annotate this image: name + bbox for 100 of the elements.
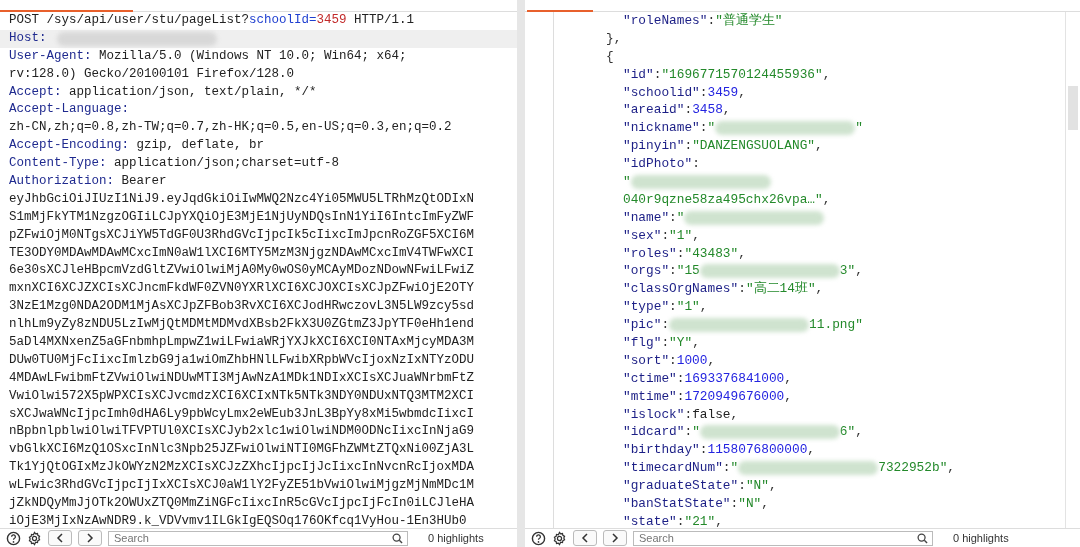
json-punctuation: : [707, 12, 716, 30]
header-name: Content-Type: [9, 155, 107, 173]
json-punctuation: : [738, 477, 746, 496]
code-text: POST /sys/api/user/stu/pageList? [9, 12, 250, 29]
json-string: 7322952b" [878, 459, 948, 478]
chevron-left-icon [581, 533, 589, 543]
json-punctuation: : [730, 495, 739, 513]
json-punctuation: : [669, 262, 677, 281]
code-text: 3NzE1Mzg0NDA2ODM1MjAsXCJpZFBob3RvXCI6XCJodHRwczovL3N5LW9zcy5sd [9, 298, 475, 316]
request-editor[interactable] [0, 12, 517, 528]
json-key: "schoolid" [623, 83, 700, 102]
param-name: schoolId= [249, 12, 317, 29]
json-punctuation: : [684, 405, 693, 424]
scrollbar[interactable] [1065, 12, 1080, 528]
json-string: 6" [839, 423, 856, 442]
json-string: " [855, 119, 863, 138]
code-text: Tk1YjQtOGIxMzJkOWYzN2MzXCIsXCJzZXhcIjpcIjJcIixcInNvcnRcIjoxMDA [9, 459, 475, 477]
json-key: "pinyin" [623, 137, 685, 156]
back-button[interactable] [573, 530, 597, 546]
json-key: "banStatState" [623, 495, 731, 513]
json-key: "classOrgNames" [623, 280, 739, 299]
header-name: Accept-Encoding: [9, 137, 130, 155]
json-key: "islock" [623, 405, 685, 424]
json-key: "mtime" [623, 387, 677, 406]
json-key: "sex" [623, 226, 662, 245]
json-punctuation: , [715, 512, 723, 528]
json-key: "type" [623, 298, 670, 317]
json-punctuation: , [692, 226, 700, 245]
help-icon[interactable] [531, 530, 546, 546]
json-punctuation: : [676, 387, 685, 406]
code-text: jZkNDQyMmJjOTk2OWUxZTQ0MmZiNGFcIixcInR5cGVcIjpcIjFcIn0iLCJleHA [9, 495, 475, 513]
forward-button[interactable] [78, 530, 102, 546]
chevron-right-icon [611, 533, 619, 543]
json-string: "1" [676, 298, 700, 317]
json-number: 3459 [707, 83, 739, 102]
code-text: application/json, text/plain, */* [68, 83, 317, 101]
json-key: "idPhoto" [623, 155, 693, 174]
json-key: "ctime" [623, 369, 677, 388]
json-string: "21" [684, 512, 716, 528]
json-key: "flg" [623, 334, 662, 352]
json-key: "areaid" [623, 101, 685, 120]
json-number: 1158076800000 [707, 441, 808, 460]
json-key: "idcard" [623, 423, 685, 442]
json-string: 3" [839, 262, 856, 281]
code-text: sXCJwaWNcIjpcImh0dHA6Ly9pbWcyLmx2eWEub3JnL3BpYy8xMi5wbmdcIixcI [9, 405, 475, 423]
search-field[interactable]: Search [108, 530, 408, 546]
json-punctuation: : [669, 208, 677, 227]
json-key: "pic" [623, 316, 662, 335]
forward-button[interactable] [603, 530, 627, 546]
json-punctuation: : [669, 298, 677, 317]
json-punctuation: : [684, 423, 693, 442]
code-text: 4MDAwLFwibmFtZVwiOlwiNDUwMTI3MjAwNzA1MDk1NDIxXCIsXCJuaWNrbmFtZ [9, 369, 475, 387]
back-button[interactable] [48, 530, 72, 546]
json-punctuation: , [738, 83, 746, 102]
json-punctuation: , [761, 495, 769, 513]
settings-icon[interactable] [552, 530, 567, 546]
help-icon[interactable] [6, 530, 21, 546]
json-punctuation: : [653, 65, 662, 84]
json-number: 1000 [676, 351, 708, 370]
code-text: nBpbnlpblwiOlwiTFVPTUl0XCIsXCJyb2xlc1wiOlwiNDM0ODNcIixcInNjaG9 [9, 423, 475, 441]
code-text: HTTP/1.1 [353, 12, 415, 29]
code-text: iOjE3MjIxNzAwNDR9.k_VDVvmv1ILGkIgEQSOq176OKfcq1VyHou-1En3HUb0 [9, 512, 467, 528]
json-string: " [692, 423, 700, 442]
json-string: "DANZENGSUOLANG" [692, 137, 815, 156]
json-string: " [730, 459, 739, 478]
json-punctuation: , [768, 477, 777, 496]
code-text: VwiOlwi572X5pWPXCIsXCJvcmdzXCI6XCIxNTk5NTk3NDY0NDUxNTQ3MTM2XCI [9, 387, 475, 405]
json-key: "sort" [623, 351, 670, 370]
header-name: User-Agent: [9, 47, 92, 65]
search-field[interactable]: Search [633, 530, 933, 546]
json-punctuation: , [707, 351, 716, 370]
json-key: "id" [623, 65, 654, 84]
json-punctuation: : [684, 101, 693, 120]
json-string: "43483" [684, 244, 739, 263]
json-punctuation: : [676, 512, 685, 528]
json-key: "timecardNum" [623, 459, 723, 478]
json-string: " [676, 208, 685, 227]
json-punctuation: : [699, 441, 708, 460]
code-text: eyJhbGciOiJIUzI1NiJ9.eyJqdGkiOiIwMWQ2Nzc4Yi05MWU5LTRhMzQtODIxN [9, 190, 475, 208]
json-punctuation: , [855, 423, 863, 442]
json-punctuation: , [784, 369, 792, 388]
json-punctuation: : [722, 459, 731, 478]
json-punctuation: : [676, 244, 685, 263]
json-string: " [623, 173, 631, 191]
json-string: "N" [745, 477, 769, 496]
json-key: "roleNames" [623, 12, 708, 30]
json-literal: false [692, 405, 731, 424]
scrollbar-thumb[interactable] [1068, 86, 1078, 130]
header-name: Accept-Language: [9, 101, 130, 119]
code-text: 5aDl4MXNxenZ5aGFnbmhpLmpwZ1wiLFwiaWRjYXJkXCI6XCI0NTAxMjcyMDA3M [9, 334, 475, 352]
json-punctuation: : [661, 334, 670, 352]
code-text: Bearer [120, 173, 167, 190]
settings-icon[interactable] [27, 530, 42, 546]
chevron-right-icon [86, 533, 94, 543]
json-string: "1696771570124455936" [661, 65, 823, 84]
code-text: vbGlkXCI6MzQ1OSxcInNlc3Npb25JZFwiOlwiNTI0MGFhZWMtZTQxNi00ZjA3L [9, 441, 475, 459]
code-text: 6e30sXCJleHBpcmVzdGltZVwiOlwiMjA0My0wOS0yMCAyMDozNDowNFwiLFwiZ [9, 262, 475, 280]
active-tab-underline [527, 10, 593, 12]
json-punctuation: { [606, 47, 614, 66]
code-text: DUw0TU0MjFcIixcImlzbG9ja1wiOmZhbHNlLFwibXRpbWVcIjoxNzIxNTYzODU [9, 351, 475, 369]
